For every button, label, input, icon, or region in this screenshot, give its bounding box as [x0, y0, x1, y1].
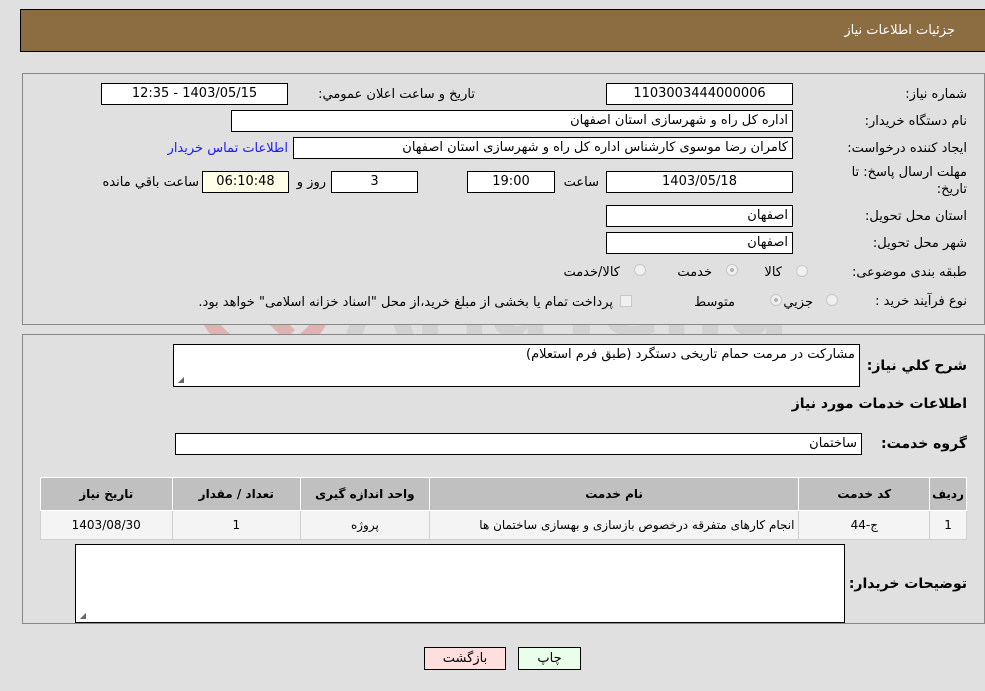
page-header: جزئیات اطلاعات نیاز [20, 9, 985, 52]
col-service-name: نام خدمت [428, 477, 800, 511]
purchase-type-option-minor: جزيي [783, 295, 813, 310]
summary-label: شرح کلي نياز: [866, 358, 967, 374]
delivery-city-field: اصفهان [606, 232, 793, 254]
requester-field: کامران رضا موسوی کارشناس اداره کل راه و … [293, 137, 793, 159]
table-row: 1 ج-44 انجام کارهای متفرقه درخصوص بازساز… [40, 510, 967, 540]
category-radio-goods-service[interactable] [634, 264, 646, 276]
cell-need-date: 1403/08/30 [40, 510, 173, 540]
col-need-date: تاريخ نياز [40, 477, 173, 511]
deadline-time-field: 19:00 [467, 171, 555, 193]
page-title: جزئیات اطلاعات نیاز [844, 23, 955, 38]
remaining-days-field: 3 [331, 171, 418, 193]
deadline-label: مهلت ارسال پاسخ: تا [851, 165, 967, 180]
requester-label: ايجاد کننده درخواست: [847, 141, 967, 156]
cell-service-code: ج-44 [798, 510, 931, 540]
buyer-notes-label: توضيحات خريدار: [848, 576, 967, 592]
print-button[interactable]: چاپ [518, 647, 581, 670]
treasury-checkbox[interactable] [620, 295, 632, 307]
treasury-note: پرداخت تمام يا بخشی از مبلغ خريد،از محل … [198, 295, 613, 310]
cell-unit: پروژه [300, 510, 430, 540]
buyer-org-label: نام دستگاه خريدار: [864, 114, 967, 129]
category-option-service: خدمت [677, 265, 712, 280]
purchase-type-radio-medium[interactable] [770, 294, 782, 306]
cell-row-number: 1 [929, 510, 967, 540]
need-number-label: شماره نیاز: [905, 87, 967, 102]
announce-datetime-label: تاريخ و ساعت اعلان عمومي: [318, 87, 475, 102]
services-table: رديف کد خدمت نام خدمت واحد اندازه گيری ت… [40, 477, 967, 540]
buyer-org-field: اداره کل راه و شهرسازی استان اصفهان [231, 110, 793, 132]
days-label: روز و [296, 175, 326, 190]
delivery-city-label: شهر محل تحويل: [872, 236, 967, 251]
resize-grip-icon[interactable]: ◢ [176, 376, 184, 384]
summary-text: مشارکت در مرمت حمام تاریخی دستگرد (طبق ف… [526, 347, 855, 362]
buyer-contact-link[interactable]: اطلاعات تماس خريدار [168, 141, 288, 156]
col-unit: واحد اندازه گيری [300, 477, 430, 511]
service-group-field: ساختمان [175, 433, 862, 455]
col-service-code: کد خدمت [798, 477, 931, 511]
col-row-number: رديف [929, 477, 967, 511]
delivery-province-field: اصفهان [606, 205, 793, 227]
deadline-time-label: ساعت [563, 175, 599, 190]
purchase-type-radio-minor[interactable] [826, 294, 838, 306]
col-quantity: تعداد / مقدار [171, 477, 302, 511]
category-radio-goods[interactable] [796, 265, 808, 277]
back-button[interactable]: بازگشت [424, 647, 506, 670]
remaining-time-field: 06:10:48 [202, 171, 289, 193]
cell-service-name: انجام کارهای متفرقه درخصوص بازسازی و بهس… [428, 510, 800, 540]
cell-quantity: 1 [171, 510, 302, 540]
service-group-label: گروه خدمت: [881, 436, 967, 452]
purchase-type-label: نوع فرآيند خريد : [875, 294, 967, 309]
resize-grip-icon[interactable]: ◢ [78, 612, 86, 620]
services-heading: اطلاعات خدمات مورد نياز [791, 396, 967, 412]
delivery-province-label: استان محل تحويل: [865, 209, 967, 224]
category-label: طبقه بندی موضوعی: [851, 265, 967, 280]
category-option-goods: کالا [764, 265, 782, 280]
summary-textarea[interactable]: مشارکت در مرمت حمام تاریخی دستگرد (طبق ف… [173, 344, 860, 387]
need-number-field: 1103003444000006 [606, 83, 793, 105]
remaining-time-label: ساعت باقي مانده [102, 175, 199, 190]
announce-datetime-field: 1403/05/15 - 12:35 [101, 83, 288, 105]
table-header-row: رديف کد خدمت نام خدمت واحد اندازه گيری ت… [40, 477, 967, 511]
category-option-goods-service: کالا/خدمت [563, 265, 620, 280]
deadline-date-field: 1403/05/18 [606, 171, 793, 193]
deadline-label-line2: تاريخ: [936, 182, 967, 197]
category-radio-service[interactable] [726, 264, 738, 276]
purchase-type-option-medium: متوسط [694, 295, 735, 310]
buyer-notes-textarea[interactable]: ◢ [75, 544, 845, 623]
